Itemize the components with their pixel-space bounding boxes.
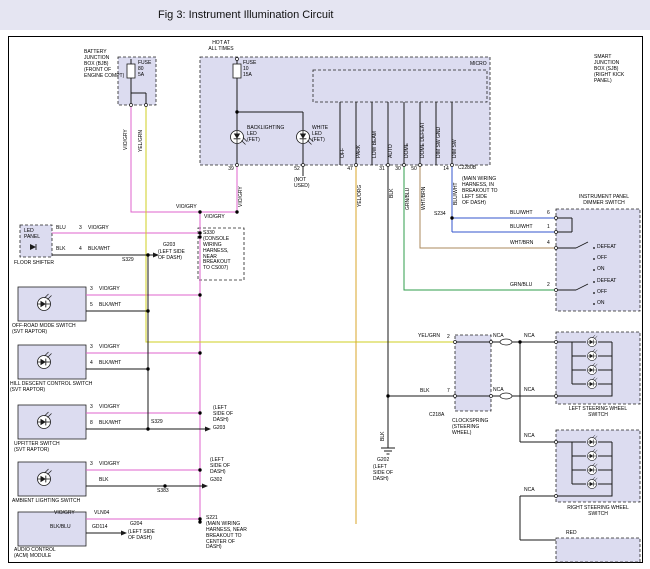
- ambient-lighting-switch-box: [18, 462, 86, 496]
- lower-component-box: [556, 538, 640, 562]
- wiring-diagram-page: Fig 3: Instrument Illumination Circuit: [0, 0, 650, 569]
- hill-descent-switch-box: [18, 345, 86, 379]
- offroad-mode-switch-box: [18, 287, 86, 321]
- micro-box: [313, 70, 487, 102]
- dimmer-switch-box: [556, 209, 640, 311]
- led-panel-box: [20, 225, 52, 257]
- inline-connector-icon: [500, 339, 512, 345]
- upfitter-switch-box: [18, 405, 86, 439]
- inline-connector-icon: [500, 393, 512, 399]
- clockspring-box: [455, 335, 491, 411]
- audio-control-module-box: [18, 512, 86, 546]
- left-steering-wheel-switch-box: [556, 332, 640, 404]
- bjb-fuse-symbol: [127, 64, 135, 78]
- sjb-fuse-symbol: [233, 64, 241, 78]
- right-steering-wheel-switch-box: [556, 430, 640, 502]
- battery-junction-box: [118, 57, 156, 105]
- circuit-diagram-canvas: [0, 0, 650, 569]
